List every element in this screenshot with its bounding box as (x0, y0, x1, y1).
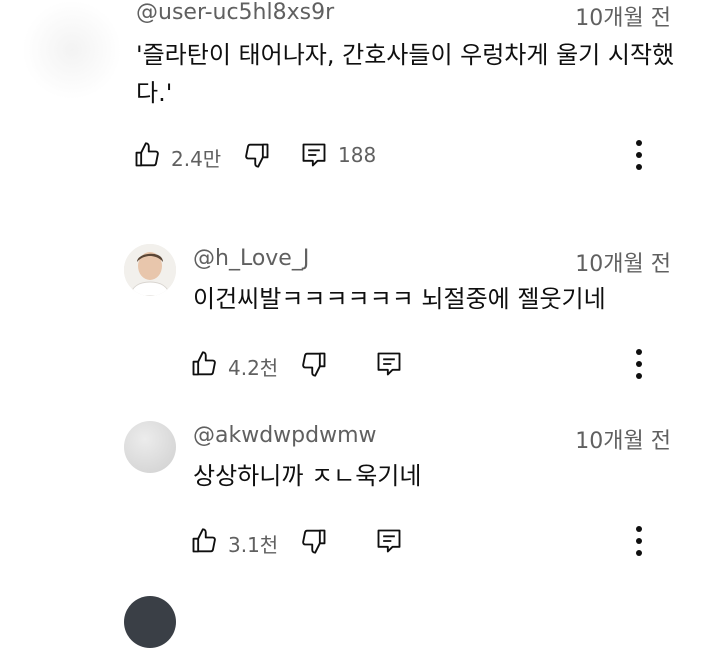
like-count: 2.4만 (171, 147, 222, 171)
reply-icon[interactable] (300, 141, 328, 169)
comment-text: '즐라탄이 태어나자, 간호사들이 우렁차게 울기 시작했다.' (136, 41, 675, 107)
avatar-photo (124, 244, 176, 296)
like-icon[interactable] (190, 350, 218, 378)
more-options-icon[interactable] (633, 347, 645, 381)
comment-text: 이건씨발ㅋㅋㅋㅋㅋㅋ 뇌절중에 젤웃기네 (193, 285, 606, 313)
reply-icon[interactable] (375, 527, 403, 555)
comment-author[interactable]: @akwdwpdwmw (193, 423, 377, 448)
comment-timestamp: 10개월 전 (575, 252, 671, 277)
more-options-icon[interactable] (633, 138, 645, 172)
comment-author[interactable]: @user-uc5hl8xs9r (136, 0, 334, 25)
dislike-icon[interactable] (243, 141, 271, 169)
dislike-icon[interactable] (300, 350, 328, 378)
avatar[interactable] (124, 421, 176, 473)
reply-icon[interactable] (375, 350, 403, 378)
reply-count[interactable]: 188 (338, 143, 376, 167)
avatar[interactable] (124, 596, 176, 648)
avatar[interactable] (22, 0, 122, 100)
comment-timestamp: 10개월 전 (575, 6, 671, 31)
like-icon[interactable] (190, 527, 218, 555)
comment-text: 상상하니까 ㅈㄴ욱기네 (193, 462, 422, 490)
like-icon[interactable] (133, 141, 161, 169)
like-count: 4.2천 (228, 356, 279, 380)
comment-timestamp: 10개월 전 (575, 429, 671, 454)
dislike-icon[interactable] (300, 527, 328, 555)
like-count: 3.1천 (228, 533, 279, 557)
more-options-icon[interactable] (633, 524, 645, 558)
comment-author[interactable]: @h_Love_J (193, 246, 309, 271)
avatar[interactable] (124, 244, 176, 296)
